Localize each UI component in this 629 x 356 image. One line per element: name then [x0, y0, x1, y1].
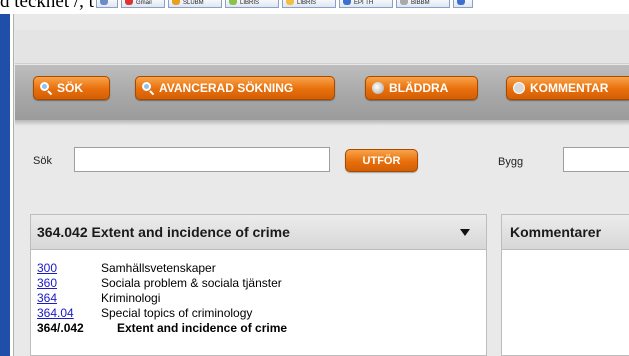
- taskbar: Gmail SLUBM LIBRIS LIBRIS EPI TH BIBBM: [96, 0, 629, 8]
- nav-button-avancerad-sokning[interactable]: AVANCERAD SÖKNING: [135, 76, 335, 100]
- nav-button-label: BLÄDDRA: [389, 81, 449, 95]
- nav-button-label: KOMMENTAR: [530, 81, 609, 95]
- taskbar-item[interactable]: LIBRIS: [225, 0, 279, 8]
- hierarchy-description: Extent and incidence of crime: [117, 321, 288, 335]
- hierarchy-description: Sociala problem & sociala tjänster: [101, 276, 282, 290]
- taskbar-item[interactable]: Gmail: [121, 0, 165, 8]
- hierarchy-description: Special topics of criminology: [101, 306, 253, 320]
- magnifier-icon: [40, 82, 53, 96]
- submit-button[interactable]: UTFÖR: [345, 149, 418, 172]
- taskbar-item[interactable]: [453, 0, 473, 8]
- hierarchy-code-link[interactable]: 364.04: [37, 306, 101, 320]
- app-icon: [343, 0, 351, 5]
- hierarchy-row: 364.04 Special topics of criminology: [37, 306, 252, 320]
- comment-icon: [513, 82, 525, 94]
- magnifier-icon: [142, 82, 155, 96]
- nav-button-bladdra[interactable]: BLÄDDRA: [365, 76, 478, 100]
- hierarchy-description: Samhällsvetenskaper: [101, 261, 216, 275]
- nav-button-sok[interactable]: SÖK: [33, 76, 110, 100]
- comments-panel: Kommentarer: [501, 214, 629, 356]
- app-icon: [229, 0, 237, 5]
- hierarchy-row-current: 364/.042 Extent and incidence of crime: [37, 321, 287, 335]
- build-input[interactable]: [563, 147, 629, 172]
- hierarchy-row: 360 Sociala problem & sociala tjänster: [37, 276, 282, 290]
- taskbar-item[interactable]: SLUBM: [168, 0, 222, 8]
- hierarchy-code-link[interactable]: 360: [37, 276, 101, 290]
- app-icon: [286, 0, 294, 5]
- dropdown-arrow-icon[interactable]: [460, 229, 470, 236]
- app-icon: [172, 0, 180, 5]
- nav-button-label: SÖK: [57, 81, 84, 95]
- taskbar-item[interactable]: [96, 0, 118, 8]
- app-icon: [100, 0, 108, 5]
- hierarchy-code-current: 364/.042: [37, 321, 84, 335]
- app-icon: [400, 0, 408, 5]
- build-label: Bygg: [498, 156, 524, 168]
- comments-header: Kommentarer: [502, 215, 629, 250]
- hierarchy-row: 300 Samhällsvetenskaper: [37, 261, 216, 275]
- taskbar-item[interactable]: EPI TH: [339, 0, 393, 8]
- hierarchy-row: 364 Kriminologi: [37, 291, 160, 305]
- hierarchy-list: 300 Samhällsvetenskaper 360 Sociala prob…: [31, 250, 486, 355]
- hierarchy-description: Kriminologi: [101, 291, 161, 305]
- nav-button-label: AVANCERAD SÖKNING: [159, 81, 294, 95]
- taskbar-item[interactable]: LIBRIS: [282, 0, 336, 8]
- book-icon: [372, 82, 384, 94]
- search-input[interactable]: [74, 147, 330, 172]
- taskbar-item[interactable]: BIBBM: [396, 0, 450, 8]
- hierarchy-code-link[interactable]: 364: [37, 291, 101, 305]
- app-icon: [457, 0, 465, 5]
- comments-title: Kommentarer: [510, 224, 602, 240]
- hierarchy-header[interactable]: 364.042 Extent and incidence of crime: [31, 215, 486, 250]
- nav-button-kommentar[interactable]: KOMMENTAR: [506, 76, 629, 100]
- search-label: Sök: [33, 155, 52, 167]
- window-frame-edge: [0, 14, 10, 356]
- gmail-icon: [125, 0, 133, 5]
- header-band: [15, 30, 629, 64]
- window-frame-inner: [10, 14, 14, 356]
- hierarchy-panel: 364.042 Extent and incidence of crime 30…: [30, 214, 487, 356]
- hierarchy-code-link[interactable]: 300: [37, 261, 101, 275]
- hierarchy-title: 364.042 Extent and incidence of crime: [37, 224, 290, 240]
